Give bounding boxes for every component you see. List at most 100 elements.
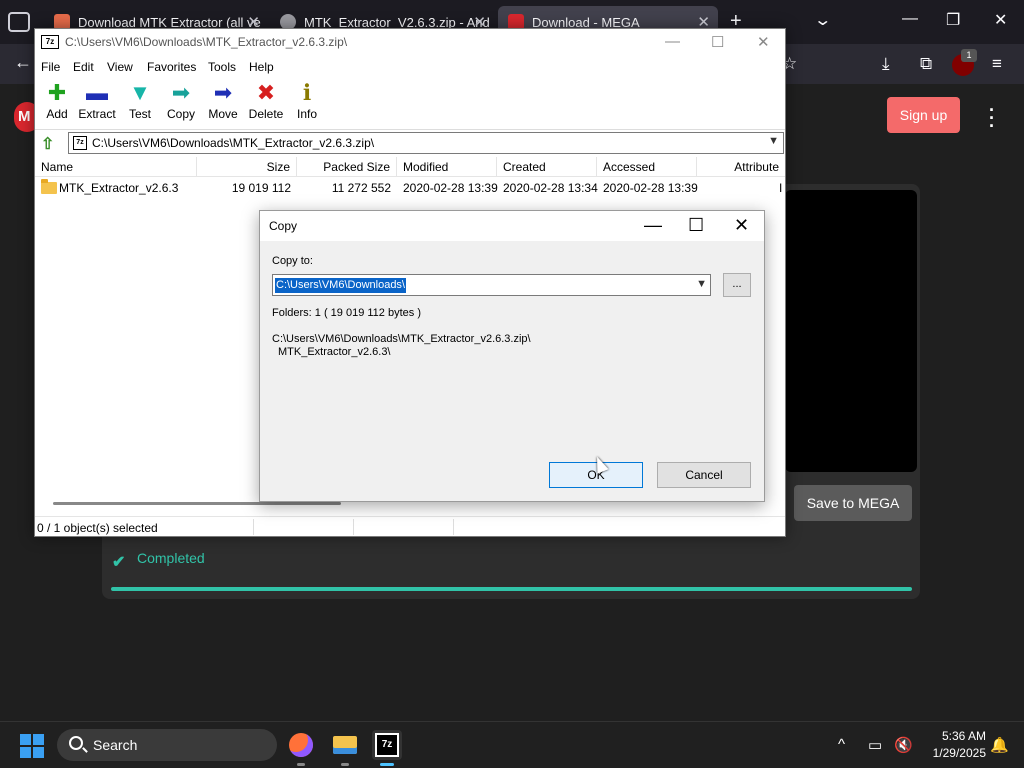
tool-label: Copy bbox=[166, 107, 195, 121]
more-options-icon[interactable]: · · · bbox=[982, 101, 1002, 135]
download-progress-fill bbox=[111, 587, 912, 591]
sign-up-button[interactable]: Sign up bbox=[887, 97, 960, 133]
maximize-icon[interactable]: ☐ bbox=[711, 33, 724, 51]
info-button[interactable]: ℹ Info bbox=[285, 79, 329, 125]
close-icon[interactable]: ✕ bbox=[734, 215, 749, 236]
taskbar-search[interactable]: Search bbox=[57, 729, 277, 761]
folder-up-icon[interactable]: ⇧ bbox=[41, 134, 59, 153]
destination-combobox[interactable]: C:\Users\VM6\Downloads\ ▼ bbox=[272, 274, 711, 296]
table-row[interactable]: MTK_Extractor_v2.6.3 19 019 112 11 272 5… bbox=[35, 179, 785, 197]
move-button[interactable]: ➡ Move bbox=[201, 79, 245, 125]
7zip-archive-icon: 7z bbox=[73, 136, 87, 150]
save-to-mega-button[interactable]: Save to MEGA bbox=[794, 485, 912, 521]
taskbar-7zip[interactable]: 7z bbox=[372, 730, 402, 766]
extensions-icon[interactable]: ⧉ bbox=[920, 54, 932, 74]
minimize-icon[interactable]: — bbox=[665, 33, 680, 50]
download-status: Completed bbox=[137, 550, 205, 566]
tool-label: Test bbox=[128, 107, 151, 121]
column-accessed[interactable]: Accessed bbox=[597, 157, 697, 177]
column-created[interactable]: Created bbox=[497, 157, 597, 177]
column-size[interactable]: Size bbox=[197, 157, 297, 177]
restore-icon[interactable]: ❐ bbox=[946, 10, 960, 30]
status-divider bbox=[353, 519, 354, 535]
delete-button[interactable]: ✖ Delete bbox=[244, 79, 288, 125]
status-divider bbox=[253, 519, 254, 535]
menu-tools[interactable]: Tools bbox=[208, 60, 236, 74]
list-all-tabs-icon[interactable]: ⌄ bbox=[813, 10, 832, 30]
destination-path[interactable]: C:\Users\VM6\Downloads\ bbox=[274, 277, 407, 294]
tool-label: Delete bbox=[248, 107, 284, 121]
chevron-down-icon[interactable]: ▼ bbox=[696, 278, 707, 290]
minimize-icon[interactable]: — bbox=[644, 215, 662, 236]
menu-bar: File Edit View Favorites Tools Help bbox=[35, 58, 785, 78]
search-icon bbox=[69, 736, 83, 750]
column-modified[interactable]: Modified bbox=[397, 157, 497, 177]
menu-file[interactable]: File bbox=[41, 60, 60, 74]
search-placeholder: Search bbox=[93, 737, 138, 753]
app-menu-icon[interactable]: ≡ bbox=[992, 54, 1002, 74]
menu-favorites[interactable]: Favorites bbox=[147, 60, 196, 74]
row-created: 2020-02-28 13:34 bbox=[503, 181, 598, 195]
status-bar: 0 / 1 object(s) selected bbox=[35, 516, 785, 536]
copy-to-label: Copy to: bbox=[272, 255, 313, 267]
extract-button[interactable]: ▬ Extract bbox=[75, 79, 119, 125]
7zip-titlebar: 7z C:\Users\VM6\Downloads\MTK_Extractor_… bbox=[35, 29, 785, 56]
row-accessed: 2020-02-28 13:39 bbox=[603, 181, 698, 195]
status-divider bbox=[453, 519, 454, 535]
row-packed-size: 11 272 552 bbox=[331, 181, 391, 195]
row-modified: 2020-02-28 13:39 bbox=[403, 181, 498, 195]
firefox-icon bbox=[289, 733, 313, 757]
taskbar-file-explorer[interactable] bbox=[330, 730, 360, 766]
copy-arrow-icon: ➡ bbox=[171, 80, 191, 105]
info-icon: ℹ bbox=[302, 80, 312, 105]
test-icon: ▼ bbox=[129, 80, 151, 105]
copy-button[interactable]: ➡ Copy bbox=[159, 79, 203, 125]
move-arrow-icon: ➡ bbox=[213, 80, 233, 105]
notifications-bell-icon[interactable]: 🔔 bbox=[990, 736, 1009, 754]
network-icon[interactable]: ▭ bbox=[868, 736, 882, 754]
menu-help[interactable]: Help bbox=[249, 60, 274, 74]
taskbar: Search 7z ^ ▭ 🔇 5:36 AM 1/29/2025 🔔 bbox=[0, 721, 1024, 768]
source-archive-path: C:\Users\VM6\Downloads\MTK_Extractor_v2.… bbox=[272, 333, 531, 345]
volume-muted-icon[interactable]: 🔇 bbox=[894, 736, 913, 754]
menu-edit[interactable]: Edit bbox=[73, 60, 94, 74]
menu-view[interactable]: View bbox=[107, 60, 133, 74]
maximize-icon[interactable]: ☐ bbox=[688, 215, 704, 236]
downloads-icon[interactable]: ⤓ bbox=[882, 54, 890, 74]
clock-date[interactable]: 1/29/2025 bbox=[922, 746, 986, 760]
add-button[interactable]: ✚ Add bbox=[35, 79, 79, 125]
tray-overflow-chevron-icon[interactable]: ^ bbox=[838, 736, 845, 753]
tab-list-icon[interactable] bbox=[8, 12, 30, 32]
window-title: C:\Users\VM6\Downloads\MTK_Extractor_v2.… bbox=[65, 35, 348, 49]
cancel-button[interactable]: Cancel bbox=[657, 462, 751, 488]
column-name[interactable]: Name bbox=[35, 157, 197, 177]
dialog-title: Copy bbox=[269, 219, 298, 233]
row-name: MTK_Extractor_v2.6.3 bbox=[59, 181, 179, 195]
clock-time[interactable]: 5:36 AM bbox=[930, 729, 986, 743]
7zip-icon: 7z bbox=[375, 733, 399, 757]
browse-button[interactable]: ... bbox=[723, 273, 751, 297]
folders-info: Folders: 1 ( 19 019 112 bytes ) bbox=[272, 307, 421, 319]
tool-label: Extract bbox=[78, 107, 116, 121]
running-indicator bbox=[341, 763, 349, 766]
horizontal-scrollbar[interactable] bbox=[53, 502, 341, 505]
column-attributes[interactable]: Attribute bbox=[697, 157, 785, 177]
column-packed-size[interactable]: Packed Size bbox=[297, 157, 397, 177]
ublock-count-badge: 1 bbox=[961, 49, 977, 62]
address-bar: ⇧ 7z C:\Users\VM6\Downloads\MTK_Extracto… bbox=[35, 129, 785, 155]
7zip-toolbar: ✚ Add ▬ Extract ▼ Test ➡ Copy ➡ Move ✖ D… bbox=[35, 79, 785, 125]
active-indicator bbox=[380, 763, 394, 766]
minimize-icon[interactable]: — bbox=[902, 10, 918, 28]
tool-label: Add bbox=[46, 107, 68, 121]
file-preview bbox=[785, 190, 917, 472]
address-combo[interactable]: 7z C:\Users\VM6\Downloads\MTK_Extractor_… bbox=[68, 132, 784, 154]
start-windows-icon[interactable] bbox=[20, 734, 44, 758]
back-arrow-icon[interactable]: ← bbox=[14, 52, 32, 73]
close-icon[interactable]: ✕ bbox=[757, 33, 770, 51]
file-explorer-icon bbox=[333, 736, 357, 754]
row-size: 19 019 112 bbox=[231, 181, 291, 195]
taskbar-firefox[interactable] bbox=[286, 730, 316, 766]
close-icon[interactable]: ✕ bbox=[994, 10, 1007, 30]
chevron-down-icon[interactable]: ▼ bbox=[768, 135, 779, 147]
test-button[interactable]: ▼ Test bbox=[118, 79, 162, 125]
